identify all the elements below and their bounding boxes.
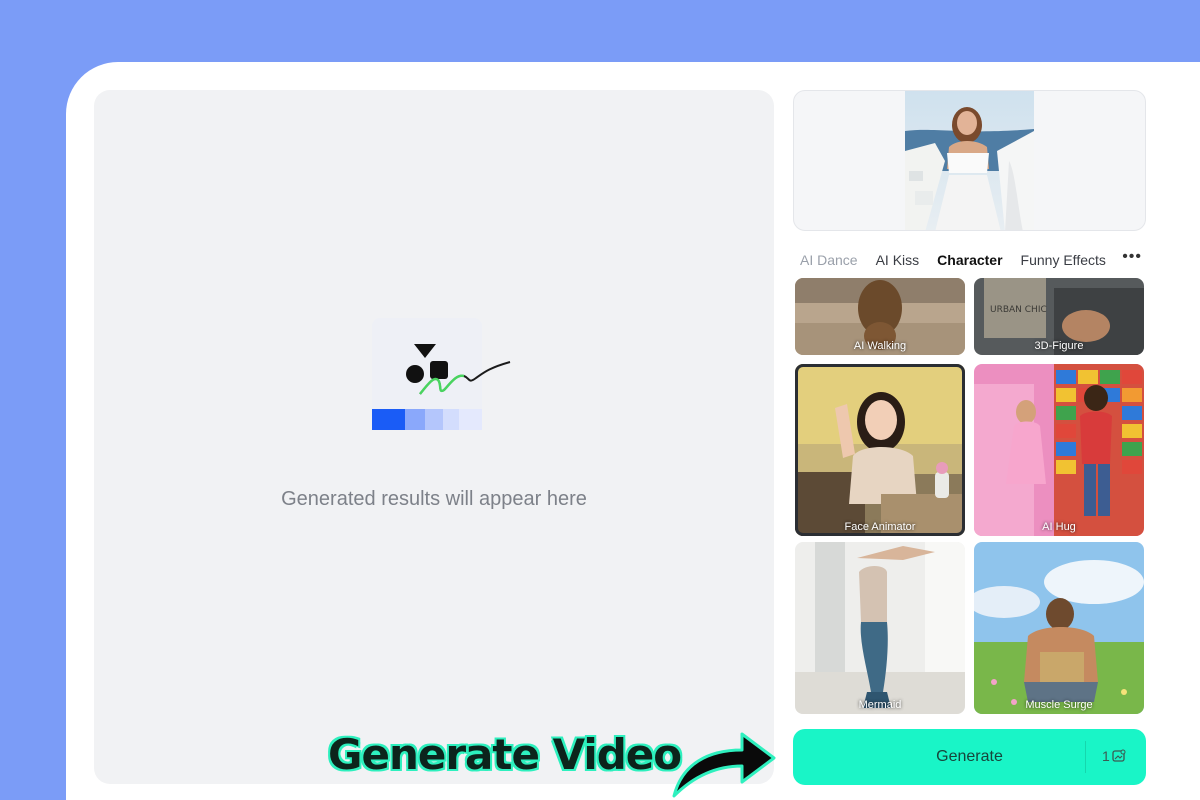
generate-button[interactable]: Generate 1: [793, 729, 1146, 785]
generate-label: Generate: [936, 748, 1003, 765]
overlay-caption: Generate Video: [327, 729, 683, 780]
credit-count: 1: [1102, 748, 1110, 764]
tile-label: Muscle Surge: [1025, 699, 1093, 711]
tile-label: Mermaid: [858, 699, 902, 711]
results-placeholder-text: Generated results will appear here: [281, 488, 587, 510]
tile-label: AI Hug: [1042, 521, 1076, 533]
tile-muscle-surge[interactable]: Muscle Surge: [974, 542, 1144, 714]
more-horizontal-icon[interactable]: •••: [1122, 248, 1142, 266]
credit-cost: 1: [1102, 748, 1126, 764]
tab-funny-effects[interactable]: Funny Effects: [1021, 252, 1106, 268]
tile-face-animator[interactable]: Face Animator: [795, 364, 965, 536]
tile-label: AI Walking: [853, 340, 907, 352]
upload-preview[interactable]: [793, 90, 1146, 231]
tile-ai-hug[interactable]: AI Hug: [974, 364, 1144, 536]
tile-3d-figure[interactable]: URBAN CHIC 3D-Figure: [974, 278, 1144, 355]
coin-image-icon: [1112, 749, 1126, 762]
tab-ai-dance[interactable]: AI Dance: [800, 252, 858, 268]
tile-ai-walking[interactable]: AI Walking: [795, 278, 965, 355]
svg-text:URBAN CHIC: URBAN CHIC: [990, 305, 1047, 315]
portrait-photo: [905, 91, 1034, 230]
tile-label: Face Animator: [844, 521, 916, 533]
tile-label: 3D-Figure: [1034, 340, 1084, 352]
shapes-pen-icon: [372, 318, 511, 430]
effect-tiles: AI Walking URBAN CHIC 3D-Figure Face Ani…: [795, 278, 1145, 714]
tab-ai-kiss[interactable]: AI Kiss: [876, 252, 920, 268]
category-tabs: AI Dance AI Kiss Character Funny Effects…: [800, 246, 1150, 274]
tile-mermaid[interactable]: Mermaid: [795, 542, 965, 714]
divider: [1085, 741, 1086, 773]
tab-character[interactable]: Character: [937, 252, 1002, 268]
results-panel: Generated results will appear here: [94, 90, 774, 784]
curved-arrow-icon: [672, 732, 776, 798]
